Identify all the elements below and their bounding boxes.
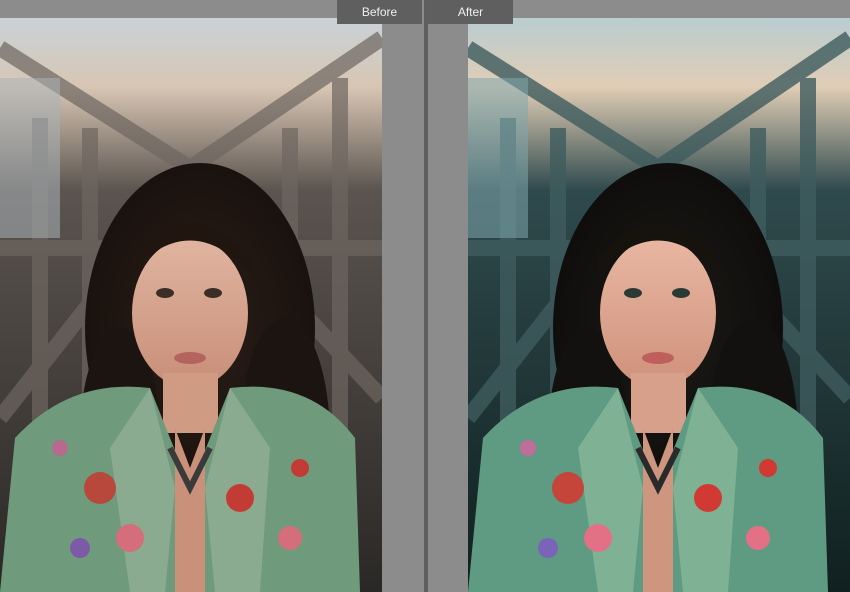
before-gutter [382, 18, 424, 592]
after-gutter [428, 18, 468, 592]
before-photo [0, 18, 382, 592]
before-label[interactable]: Before [337, 0, 422, 24]
before-pane: Before [0, 0, 424, 592]
after-photo [468, 18, 850, 592]
after-label[interactable]: After [428, 0, 513, 24]
after-pane: After [428, 0, 850, 592]
